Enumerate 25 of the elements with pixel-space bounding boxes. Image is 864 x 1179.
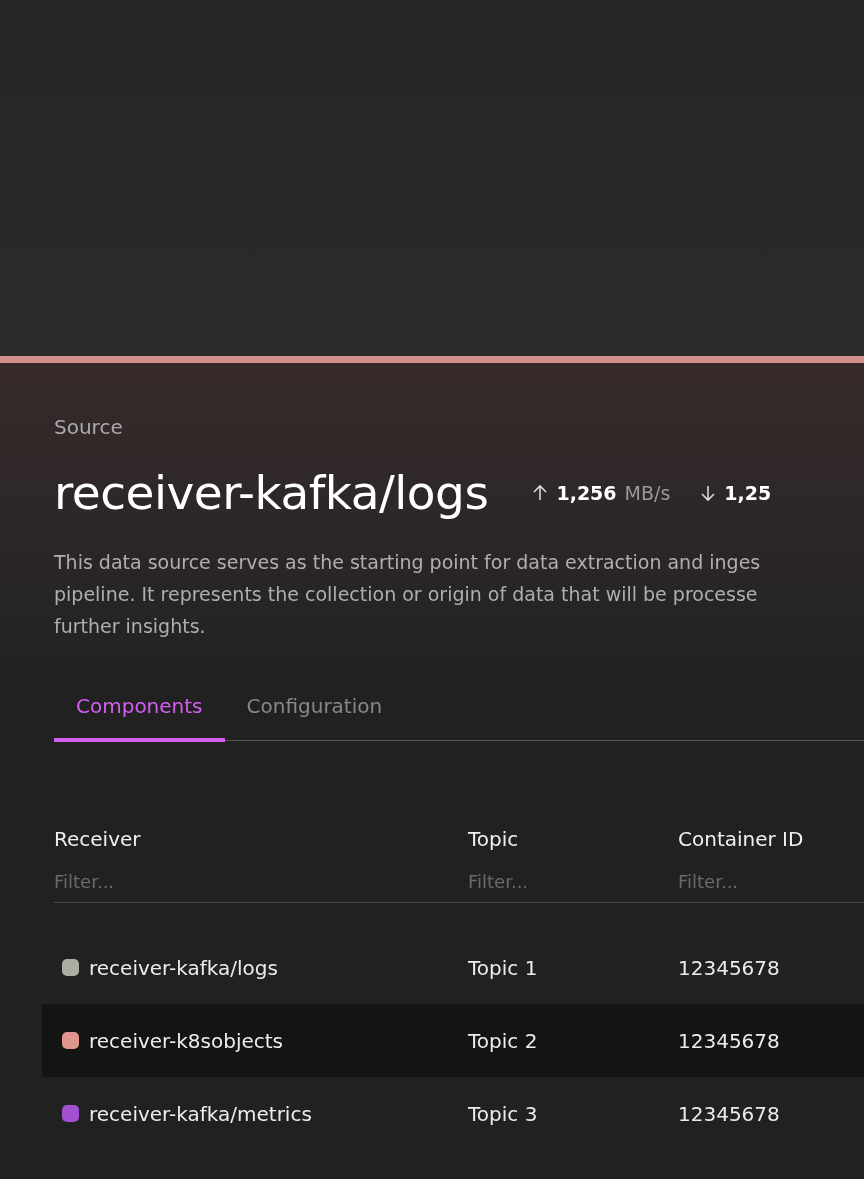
throughput-value: 1,256 [556, 481, 617, 504]
table-row[interactable]: receiver-k8sobjects Topic 2 12345678 [42, 1004, 864, 1077]
column-header: Container ID [678, 827, 805, 851]
tab[interactable]: Components [54, 678, 225, 742]
up-arrow-icon [532, 482, 549, 503]
column-header: Receiver [54, 827, 142, 851]
filter-field[interactable]: Filter... [54, 871, 204, 892]
table-cell: Topic 2 [468, 1028, 538, 1053]
filter-field[interactable]: Filter... [468, 871, 618, 892]
section-label: Source [54, 414, 124, 439]
column-header: Topic [468, 827, 520, 851]
tab[interactable]: Configuration [224, 678, 405, 742]
throughput-unit: MB/s [624, 481, 671, 504]
table-cell: Topic 1 [468, 955, 538, 980]
table-cell: Topic 3 [468, 1101, 538, 1126]
table-cell: receiver-k8sobjects [89, 1028, 284, 1053]
filter-field[interactable]: Filter... [678, 871, 828, 892]
description: This data source serves as the starting point for data extraction and inges pipeline. It represents the collection or origin of data that will be processe further insights. [54, 550, 762, 639]
throughput-value: 1,25 [724, 481, 772, 504]
table-cell: receiver-kafka/logs [89, 955, 278, 980]
table-cell: receiver-kafka/metrics [89, 1101, 312, 1126]
source-title: receiver-kafka/logs [54, 465, 489, 520]
table-cell: 12345678 [678, 955, 780, 980]
table-cell: 12345678 [678, 1028, 780, 1053]
table-cell: 12345678 [678, 1101, 780, 1126]
